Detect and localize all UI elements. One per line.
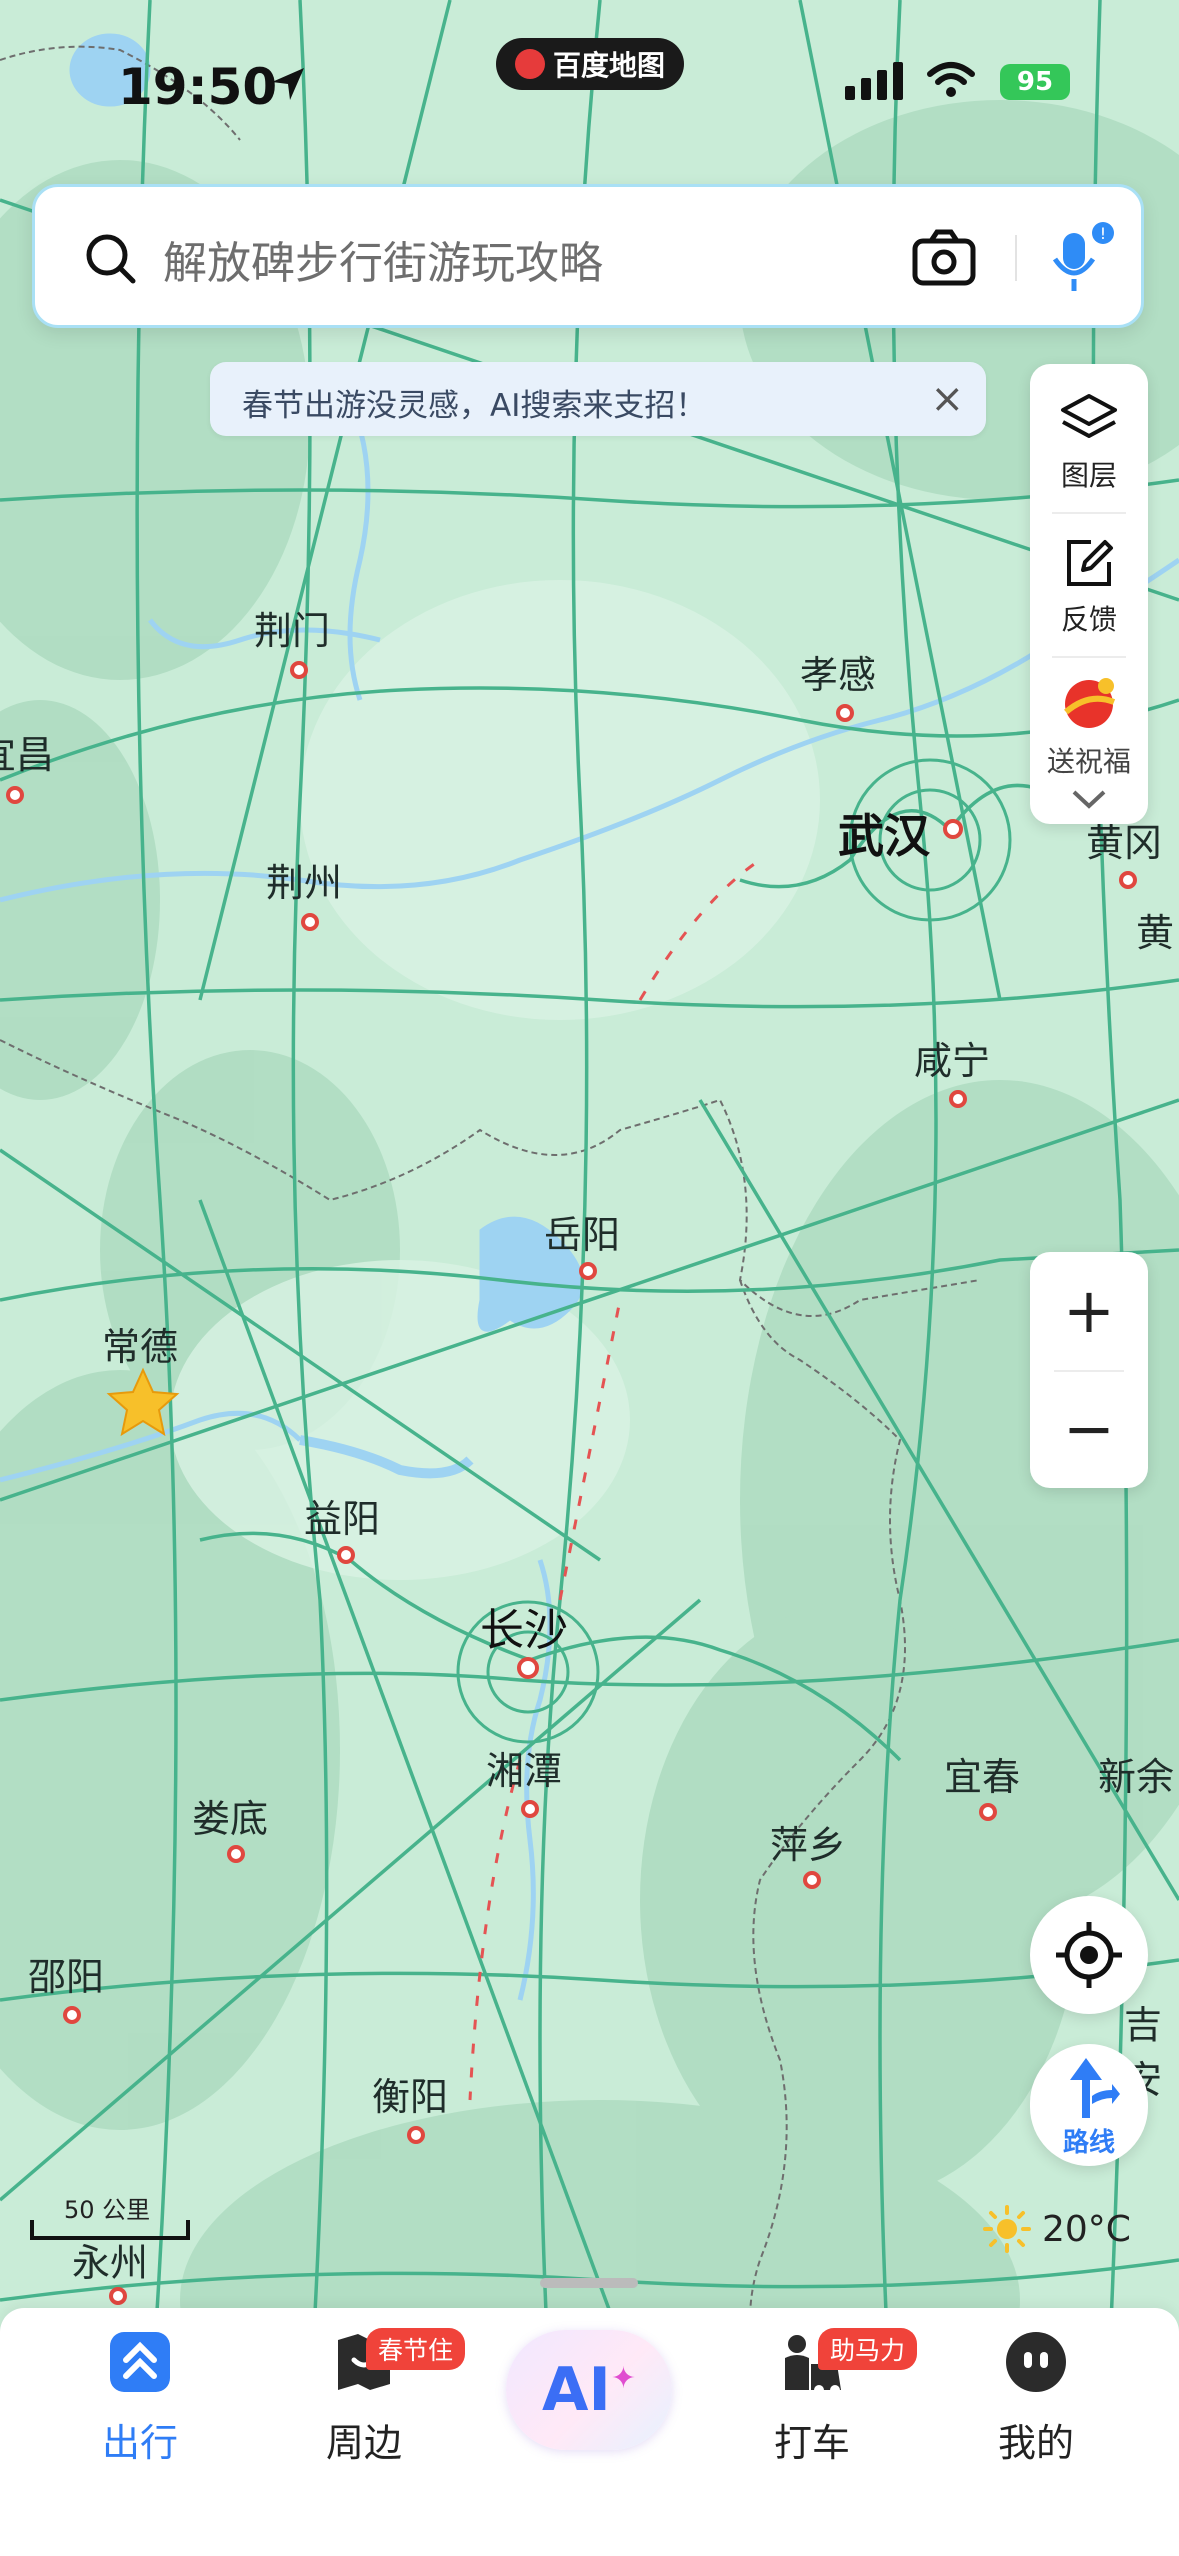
blessing-label: 送祝福 [1046, 745, 1131, 778]
nav-nearby[interactable]: 周边 春节住 [274, 2328, 466, 2467]
search-divider [1015, 235, 1017, 281]
zoom-control: + − [1030, 1252, 1148, 1488]
nav-taxi[interactable]: 打车 助马力 [722, 2328, 918, 2467]
search-bar[interactable]: 解放碑步行街游玩攻略 ! [32, 184, 1144, 328]
close-icon[interactable]: × [930, 376, 964, 422]
sun-icon [983, 2205, 1031, 2253]
status-bar: 19:50 百度地图 95 [0, 0, 1179, 170]
layers-label: 图层 [1060, 459, 1117, 492]
nav-taxi-label: 打车 [773, 2421, 850, 2465]
nav-mine[interactable]: 我的 [946, 2330, 1126, 2467]
battery-level: 95 [1016, 67, 1054, 97]
baidu-map-logo-icon [514, 49, 545, 79]
locate-button[interactable] [1030, 1896, 1148, 2014]
status-time: 19:50 [118, 58, 278, 116]
weather-temp: 20°C [1042, 2208, 1131, 2250]
nav-mine-label: 我的 [997, 2421, 1074, 2465]
zoom-out-button[interactable]: − [1030, 1398, 1148, 1460]
route-arrow-icon [1070, 2058, 1120, 2118]
map-scale: 50 公里 [30, 2188, 200, 2248]
blessing-button[interactable]: 送祝福 [1030, 672, 1148, 780]
drag-handle[interactable] [540, 2278, 638, 2288]
travel-icon [110, 2332, 170, 2392]
nav-travel[interactable]: 出行 [50, 2330, 230, 2467]
app-name: 百度地图 [552, 49, 665, 82]
microphone-icon[interactable]: ! [1045, 221, 1125, 301]
nearby-badge: 春节住 [366, 2328, 466, 2370]
blessing-icon [1064, 678, 1116, 728]
ai-button[interactable]: AI ✦ [506, 2330, 672, 2450]
edit-icon [1067, 540, 1113, 586]
layers-button[interactable]: 图层 [1030, 392, 1148, 494]
camera-icon[interactable] [911, 227, 977, 287]
map-tools-panel: 图层 反馈 送祝福 [1030, 364, 1148, 824]
ai-label: AI [542, 2355, 611, 2425]
ai-tip-banner[interactable]: 春节出游没灵感，AI搜索来支招！ × [210, 362, 986, 436]
route-button[interactable]: 路线 [1030, 2044, 1148, 2166]
app-indicator[interactable]: 百度地图 [496, 38, 684, 90]
search-icon [86, 234, 136, 284]
weather-widget[interactable]: 20°C [982, 2204, 1131, 2254]
location-arrow-icon [272, 68, 304, 100]
tip-text: 春节出游没灵感，AI搜索来支招！ [242, 388, 707, 424]
layers-icon [1061, 394, 1117, 438]
nav-nearby-label: 周边 [325, 2421, 402, 2465]
nav-travel-label: 出行 [101, 2421, 178, 2465]
chevron-down-icon[interactable] [1070, 788, 1108, 810]
home-indicator-area [0, 2500, 1179, 2556]
zoom-in-button[interactable]: + [1030, 1280, 1148, 1342]
wifi-icon [927, 62, 975, 97]
scale-bar [30, 2220, 190, 2240]
route-label: 路线 [1062, 2128, 1115, 2158]
search-input[interactable]: 解放碑步行街游玩攻略 [163, 227, 603, 291]
battery-icon: 95 [1000, 64, 1070, 100]
svg-text:!: ! [1100, 224, 1106, 243]
cellular-signal-icon [845, 62, 903, 100]
feedback-button[interactable]: 反馈 [1030, 536, 1148, 638]
feedback-label: 反馈 [1060, 603, 1117, 636]
sparkle-icon: ✦ [610, 2360, 636, 2396]
taxi-badge: 助马力 [818, 2328, 918, 2370]
profile-icon [1006, 2332, 1066, 2392]
crosshair-icon [1056, 1922, 1122, 1988]
